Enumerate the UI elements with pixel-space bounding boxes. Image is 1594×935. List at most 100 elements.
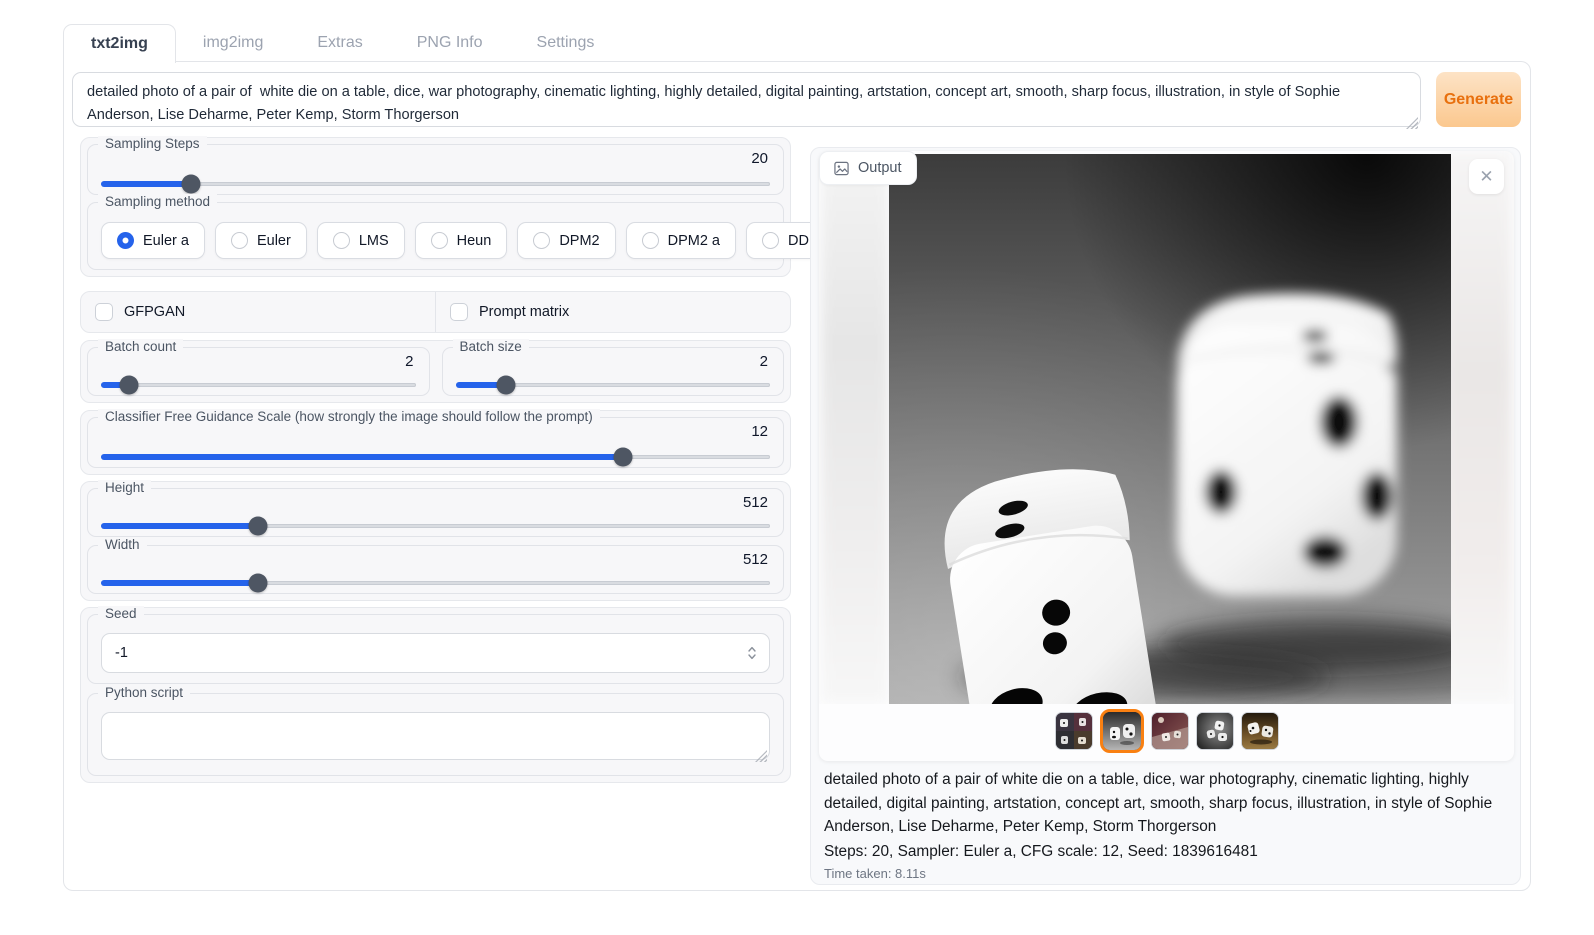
sampler-option-euler-a[interactable]: Euler a	[101, 222, 205, 259]
slider-handle[interactable]	[249, 574, 268, 593]
radio-icon	[231, 232, 248, 249]
batch-size-slider[interactable]	[456, 375, 771, 395]
slider-fill	[101, 523, 258, 529]
slider-handle[interactable]	[120, 376, 139, 395]
batch-size-value: 2	[760, 353, 768, 370]
batch-count-value: 2	[405, 353, 413, 370]
sampler-option-euler[interactable]: Euler	[215, 222, 307, 259]
python-script-input[interactable]	[101, 712, 770, 760]
letterbox-blur-right	[1444, 151, 1512, 704]
height-value: 512	[743, 494, 768, 511]
width-value: 512	[743, 551, 768, 568]
controls-column: Sampling Steps 20 Sampling method Euler …	[80, 137, 791, 783]
tab-txt2img[interactable]: txt2img	[63, 24, 176, 63]
batch-group: Batch count 2 Batch size 2	[80, 340, 791, 403]
sampling-steps-slider[interactable]	[101, 174, 770, 194]
height-slider[interactable]	[101, 516, 770, 536]
slider-handle[interactable]	[182, 175, 201, 194]
radio-icon	[642, 232, 659, 249]
radio-icon	[431, 232, 448, 249]
width-fieldset: Width 512	[87, 545, 784, 594]
sampler-option-label: DPM2 a	[668, 233, 720, 249]
height-label: Height	[98, 480, 151, 495]
python-script-fieldset: Python script	[87, 693, 784, 776]
output-caption: detailed photo of a pair of white die on…	[824, 768, 1512, 881]
checkbox-row: GFPGAN Prompt matrix	[81, 292, 790, 332]
radio-selected-icon	[117, 232, 134, 249]
prompt-matrix-label: Prompt matrix	[479, 304, 569, 320]
caption-time-taken: Time taken: 8.11s	[824, 866, 1512, 881]
batch-count-fieldset: Batch count 2	[87, 347, 430, 396]
sampler-option-dpm2-a[interactable]: DPM2 a	[626, 222, 736, 259]
slider-handle[interactable]	[249, 517, 268, 536]
seed-label: Seed	[98, 606, 144, 621]
slider-fill	[101, 181, 191, 187]
checkbox-icon	[95, 303, 113, 321]
sampler-option-dpm2[interactable]: DPM2	[517, 222, 615, 259]
batch-size-label: Batch size	[453, 339, 529, 354]
tab-img2img[interactable]: img2img	[176, 24, 290, 62]
cfg-slider[interactable]	[101, 447, 770, 467]
sampling-group: Sampling Steps 20 Sampling method Euler …	[80, 137, 791, 277]
slider-track[interactable]	[101, 182, 770, 186]
slider-fill	[101, 580, 258, 586]
generate-button[interactable]: Generate	[1436, 72, 1521, 127]
width-slider[interactable]	[101, 573, 770, 593]
radio-icon	[333, 232, 350, 249]
sampler-option-label: Heun	[457, 233, 492, 249]
seed-script-group: Seed -1 Python script	[80, 607, 791, 783]
image-icon	[834, 161, 849, 176]
gallery-thumbnail-1[interactable]	[1055, 712, 1093, 750]
batch-count-slider[interactable]	[101, 375, 416, 395]
gfpgan-checkbox[interactable]: GFPGAN	[81, 292, 435, 332]
size-group: Height 512 Width 512	[80, 481, 791, 601]
seed-value: -1	[115, 645, 742, 661]
radio-icon	[762, 232, 779, 249]
tab-png-info[interactable]: PNG Info	[390, 24, 510, 62]
sampling-method-label: Sampling method	[98, 194, 217, 209]
sampling-method-options: Euler a Euler LMS Heun	[101, 222, 770, 259]
python-script-area	[101, 712, 770, 765]
gallery-thumbnail-5[interactable]	[1241, 712, 1279, 750]
chevron-up-down-icon	[747, 645, 757, 661]
batch-count-label: Batch count	[98, 339, 183, 354]
batch-size-fieldset: Batch size 2	[442, 347, 785, 396]
gallery-thumbnail-3[interactable]	[1151, 712, 1189, 750]
toggles-group: GFPGAN Prompt matrix	[80, 291, 791, 333]
sampling-steps-value: 20	[751, 150, 768, 167]
slider-handle[interactable]	[496, 376, 515, 395]
close-icon[interactable]: ✕	[1469, 159, 1504, 194]
seed-input[interactable]: -1	[101, 633, 770, 673]
sampling-steps-fieldset: Sampling Steps 20	[87, 144, 784, 195]
sampler-option-heun[interactable]: Heun	[415, 222, 508, 259]
image-stage: ✕	[819, 151, 1514, 704]
prompt-box: detailed photo of a pair of white die on…	[72, 72, 1421, 132]
output-panel: ✕ Output	[810, 147, 1521, 885]
caption-prompt: detailed photo of a pair of white die on…	[824, 768, 1512, 839]
tab-bar: txt2img img2img Extras PNG Info Settings	[63, 24, 621, 62]
output-tab[interactable]: Output	[819, 151, 917, 185]
prompt-matrix-checkbox[interactable]: Prompt matrix	[435, 292, 790, 332]
seed-stepper[interactable]	[742, 639, 762, 667]
slider-handle[interactable]	[613, 448, 632, 467]
width-label: Width	[98, 537, 147, 552]
cfg-group: Classifier Free Guidance Scale (how stro…	[80, 410, 791, 475]
cfg-fieldset: Classifier Free Guidance Scale (how stro…	[87, 417, 784, 468]
sampler-option-lms[interactable]: LMS	[317, 222, 405, 259]
prompt-row: detailed photo of a pair of white die on…	[72, 72, 1521, 132]
checkbox-icon	[450, 303, 468, 321]
python-script-label: Python script	[98, 685, 190, 700]
tab-settings[interactable]: Settings	[510, 24, 622, 62]
gallery-thumbnail-2-selected[interactable]	[1100, 709, 1144, 753]
caption-params: Steps: 20, Sampler: Euler a, CFG scale: …	[824, 840, 1512, 863]
slider-track[interactable]	[101, 383, 416, 387]
cfg-label: Classifier Free Guidance Scale (how stro…	[98, 409, 600, 424]
sampler-option-label: DPM2	[559, 233, 599, 249]
generated-image[interactable]	[889, 154, 1451, 704]
tab-extras[interactable]: Extras	[290, 24, 389, 62]
gfpgan-label: GFPGAN	[124, 304, 185, 320]
gallery-thumbnail-4[interactable]	[1196, 712, 1234, 750]
sampling-method-fieldset: Sampling method Euler a Euler LMS	[87, 202, 784, 270]
height-fieldset: Height 512	[87, 488, 784, 537]
prompt-input[interactable]: detailed photo of a pair of white die on…	[72, 72, 1421, 127]
